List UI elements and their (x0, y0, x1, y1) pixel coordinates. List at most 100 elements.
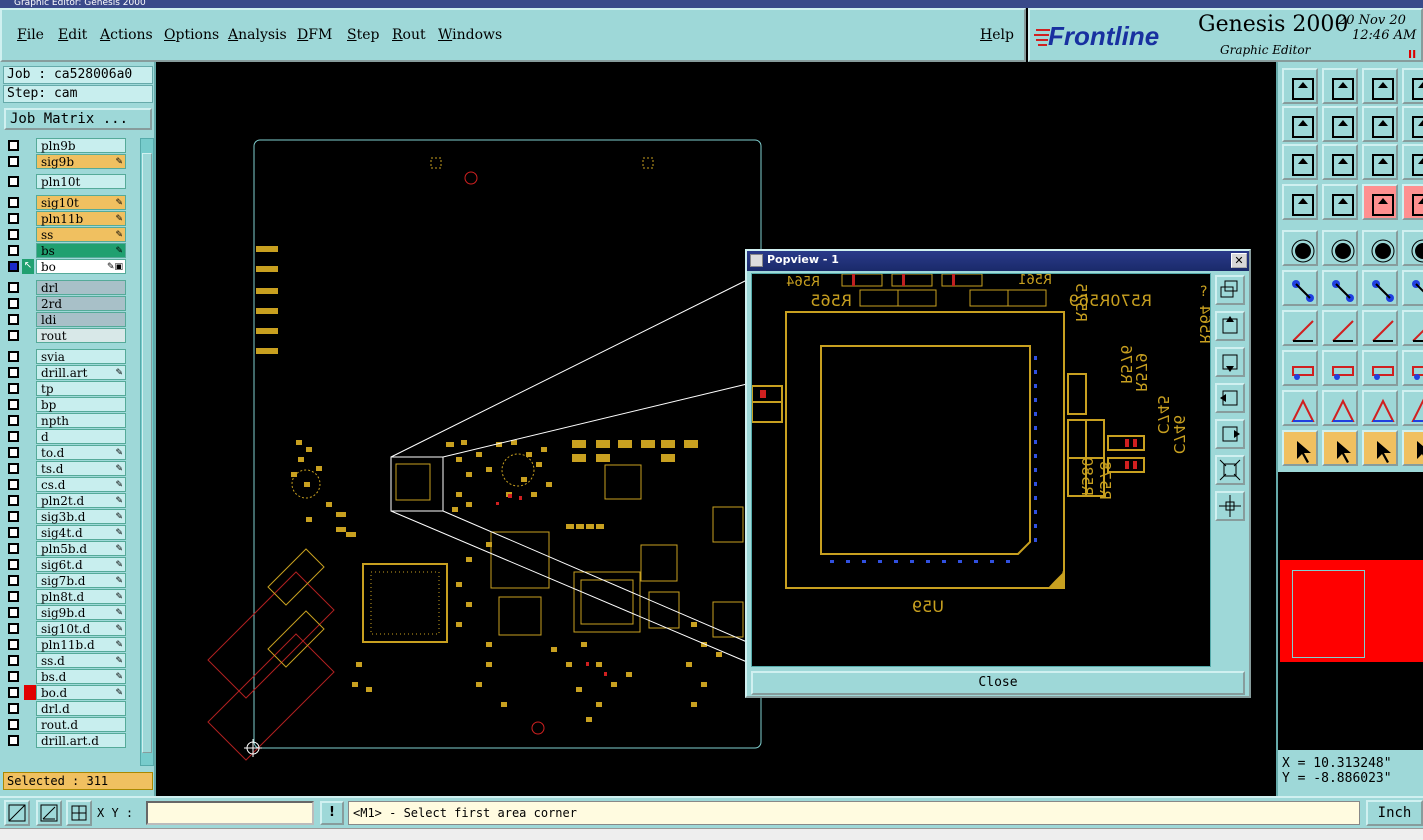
layer-row-pln8t-d[interactable]: pln8t.d ✎ (4, 589, 126, 604)
layer-checkbox[interactable] (8, 415, 19, 426)
layer-row-cs-d[interactable]: cs.d ✎ (4, 477, 126, 492)
menu-windows[interactable]: Windows (438, 27, 502, 43)
layer-name[interactable]: cs.d ✎ (36, 477, 126, 492)
layer-row-sig10t-d[interactable]: sig10t.d ✎ (4, 621, 126, 636)
overview-map[interactable] (1276, 472, 1423, 750)
layer-row-sig10t[interactable]: sig10t ✎ (4, 195, 126, 210)
layer-checkbox[interactable] (8, 140, 19, 151)
shape-icon[interactable] (1402, 390, 1423, 426)
triangle-a-icon[interactable] (1322, 390, 1358, 426)
layer-checkbox[interactable] (8, 671, 19, 682)
layer-name[interactable]: drl.d (36, 701, 126, 716)
grid-icon[interactable] (66, 800, 92, 826)
layer-name[interactable]: pln2t.d ✎ (36, 493, 126, 508)
triangle-icon[interactable] (1282, 390, 1318, 426)
layer-name[interactable]: svia (36, 349, 126, 364)
grid-view-icon[interactable] (1322, 184, 1358, 220)
angle-icon[interactable] (1282, 310, 1318, 346)
layer-name[interactable]: bs ✎ (36, 243, 126, 258)
layer-checkbox[interactable] (8, 245, 19, 256)
pop-pan-down-icon[interactable] (1215, 347, 1245, 377)
pop-zoom-out-icon[interactable] (1215, 491, 1245, 521)
layer-row-bo[interactable]: bo ✎▣ ↖ (4, 259, 126, 274)
layer-name[interactable]: sig7b.d ✎ (36, 573, 126, 588)
layer-checkbox[interactable] (8, 623, 19, 634)
net-icon[interactable] (1282, 270, 1318, 306)
layer-checkbox[interactable] (8, 229, 19, 240)
layer-row-svia[interactable]: svia (4, 349, 126, 364)
size-icon[interactable] (1362, 350, 1398, 386)
layer-row-pln11b-d[interactable]: pln11b.d ✎ (4, 637, 126, 652)
window-menu-icon[interactable] (750, 254, 763, 267)
popview-drawing[interactable]: R564 R561 R565 R570R569 R575 R576 R579 C… (752, 274, 1211, 667)
minus-icon[interactable] (1322, 350, 1358, 386)
layer-checkbox[interactable] (8, 447, 19, 458)
layer-row-2rd[interactable]: 2rd (4, 296, 126, 311)
layer-name[interactable]: pln11b ✎ (36, 211, 126, 226)
layer-row-bs-d[interactable]: bs.d ✎ (4, 669, 126, 684)
layer-row-npth[interactable]: npth (4, 413, 126, 428)
layer-row-tp[interactable]: tp (4, 381, 126, 396)
layer-row-bs[interactable]: bs ✎ (4, 243, 126, 258)
layer-checkbox[interactable] (8, 719, 19, 730)
layer-name[interactable]: ss ✎ (36, 227, 126, 242)
layer-checkbox[interactable] (8, 176, 19, 187)
layer-row-pln5b-d[interactable]: pln5b.d ✎ (4, 541, 126, 556)
layer-name[interactable]: bp (36, 397, 126, 412)
layer-name[interactable]: bo ✎▣ (36, 259, 126, 274)
layer-row-to-d[interactable]: to.d ✎ (4, 445, 126, 460)
pop-pan-right-icon[interactable] (1215, 419, 1245, 449)
layer-row-drill-art-d[interactable]: drill.art.d (4, 733, 126, 748)
pointer-box-icon[interactable] (1322, 430, 1358, 466)
layer-checkbox[interactable] (8, 330, 19, 341)
menu-options[interactable]: Options (164, 27, 219, 43)
layer-checkbox[interactable] (8, 156, 19, 167)
node-icon[interactable] (1402, 270, 1423, 306)
layer-checkbox[interactable] (8, 282, 19, 293)
layer-name[interactable]: npth (36, 413, 126, 428)
layer-row-pln11b[interactable]: pln11b ✎ (4, 211, 126, 226)
layer-name[interactable]: ldi (36, 312, 126, 327)
pop-pan-up-icon[interactable] (1215, 311, 1245, 341)
arc-icon[interactable] (1362, 310, 1398, 346)
layer-checkbox[interactable] (8, 639, 19, 650)
pointer-icon[interactable] (1282, 430, 1318, 466)
layer-checkbox[interactable] (8, 399, 19, 410)
pop-fit-icon[interactable] (1215, 275, 1245, 305)
layer-checkbox[interactable] (8, 367, 19, 378)
layer-checkbox[interactable] (8, 495, 19, 506)
layer-name[interactable]: bs.d ✎ (36, 669, 126, 684)
zoom-fit-icon[interactable] (1282, 144, 1318, 180)
layer-name[interactable]: ts.d ✎ (36, 461, 126, 476)
layer-name[interactable]: bo.d ✎ (36, 685, 126, 700)
ruler-icon[interactable] (1362, 230, 1398, 266)
layer-checkbox[interactable] (8, 543, 19, 554)
layer-row-ts-d[interactable]: ts.d ✎ (4, 461, 126, 476)
menu-step[interactable]: Step (347, 27, 379, 43)
layer-row-sig4t-d[interactable]: sig4t.d ✎ (4, 525, 126, 540)
overview-viewport[interactable] (1292, 570, 1365, 658)
connect-icon[interactable] (1362, 270, 1398, 306)
panel-icon[interactable] (1402, 184, 1423, 220)
layer-name[interactable]: sig9b.d ✎ (36, 605, 126, 620)
pad-icon[interactable] (1282, 350, 1318, 386)
layer-checkbox[interactable] (8, 511, 19, 522)
layer-row-drill-art[interactable]: drill.art ✎ (4, 365, 126, 380)
zoom-1-2-icon[interactable] (1362, 144, 1398, 180)
layer-row-ss-d[interactable]: ss.d ✎ (4, 653, 126, 668)
layer-row-sig3b-d[interactable]: sig3b.d ✎ (4, 509, 126, 524)
layer-name[interactable]: to.d ✎ (36, 445, 126, 460)
layer-row-d[interactable]: d (4, 429, 126, 444)
layer-checkbox[interactable] (8, 655, 19, 666)
layer-checkbox[interactable] (8, 559, 19, 570)
layer-checkbox[interactable] (8, 298, 19, 309)
pop-pan-left-icon[interactable] (1215, 383, 1245, 413)
help-query-icon[interactable] (1402, 68, 1423, 104)
layer-checkbox[interactable] (8, 383, 19, 394)
layer-checkbox[interactable] (8, 527, 19, 538)
layer-checkbox[interactable] (8, 703, 19, 714)
job-matrix-button[interactable]: Job Matrix ... (4, 108, 152, 130)
layer-checkbox[interactable] (8, 351, 19, 362)
split-icon[interactable] (1402, 350, 1423, 386)
menu-help[interactable]: Help (980, 27, 1014, 43)
